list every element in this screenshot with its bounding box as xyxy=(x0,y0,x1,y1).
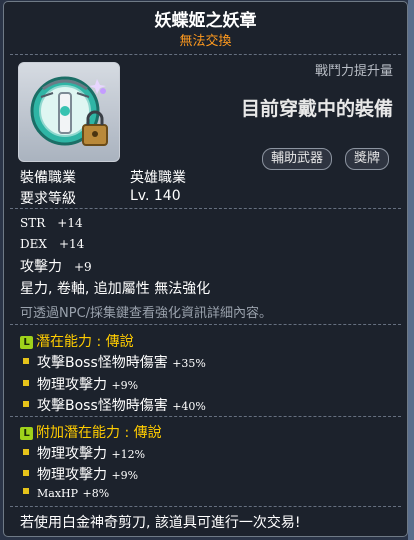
potential-header-label: 潛在能力 : 傳說 xyxy=(36,334,134,350)
currently-equipped-note: 目前穿戴中的裝備 xyxy=(240,98,393,120)
potential-line: 攻擊Boss怪物時傷害 +35% xyxy=(20,352,206,372)
level-label: 要求等級 xyxy=(20,191,76,207)
additional-potential-header: L 附加潛在能力 : 傳說 xyxy=(20,422,162,442)
item-tooltip: 妖蝶姬之妖章 無法交換 戰鬥力提升量 目前穿戴中的裝備 輔助武器 獎牌 裝備職業… xyxy=(3,1,408,537)
additional-potential-header-label: 附加潛在能力 : 傳說 xyxy=(36,425,162,441)
bullet-icon xyxy=(23,358,29,364)
bullet-icon xyxy=(23,470,29,476)
stat-value: +14 xyxy=(57,216,83,230)
item-icon-frame xyxy=(18,62,120,162)
stat-dex: DEX +14 xyxy=(20,237,84,251)
bullet-icon xyxy=(23,401,29,407)
scissors-trade-note: 若使用白金神奇剪刀, 該道具可進行一次交易! xyxy=(20,515,301,531)
stat-name: 攻擊力 xyxy=(20,259,62,275)
divider xyxy=(10,416,401,417)
job-label: 裝備職業 xyxy=(20,170,76,186)
bullet-icon xyxy=(23,449,29,455)
bullet-icon xyxy=(23,380,29,386)
item-name: 妖蝶姬之妖章 xyxy=(154,11,257,31)
stat-name: STR xyxy=(20,216,46,230)
divider xyxy=(10,54,401,55)
divider xyxy=(10,324,401,325)
secondary-weapon-button[interactable]: 輔助武器 xyxy=(262,148,333,170)
potential-line: 物理攻擊力 +9% xyxy=(20,374,138,394)
stat-value: +9 xyxy=(74,260,92,274)
legendary-badge-icon: L xyxy=(20,336,33,349)
power-increase-label: 戰鬥力提升量 xyxy=(314,64,393,79)
stat-str: STR +14 xyxy=(20,216,83,230)
divider xyxy=(10,506,401,507)
stat-value: +14 xyxy=(58,237,85,251)
additional-potential-line: MaxHP +8% xyxy=(20,485,109,501)
potential-header: L 潛在能力 : 傳說 xyxy=(20,331,134,351)
enhancement-note: 星力, 卷軸, 追加屬性 無法強化 xyxy=(20,281,211,297)
stat-attack: 攻擊力 +9 xyxy=(20,256,92,276)
additional-potential-line: 物理攻擊力 +12% xyxy=(20,443,145,463)
job-value: 英雄職業 xyxy=(130,170,186,186)
eye-shield-emblem-icon xyxy=(30,76,108,146)
enhancement-hint: 可透過NPC/採集鍵查看強化資訊詳細內容。 xyxy=(20,306,273,321)
potential-line: 攻擊Boss怪物時傷害 +40% xyxy=(20,395,206,415)
legendary-badge-icon: L xyxy=(20,427,33,440)
bullet-icon xyxy=(23,488,29,494)
game-background xyxy=(408,0,414,540)
stat-name: DEX xyxy=(20,237,47,251)
trade-status: 無法交換 xyxy=(179,34,232,49)
level-value: Lv. 140 xyxy=(130,188,181,204)
divider xyxy=(10,208,401,209)
additional-potential-line: 物理攻擊力 +9% xyxy=(20,464,138,484)
medal-button[interactable]: 獎牌 xyxy=(345,148,390,170)
